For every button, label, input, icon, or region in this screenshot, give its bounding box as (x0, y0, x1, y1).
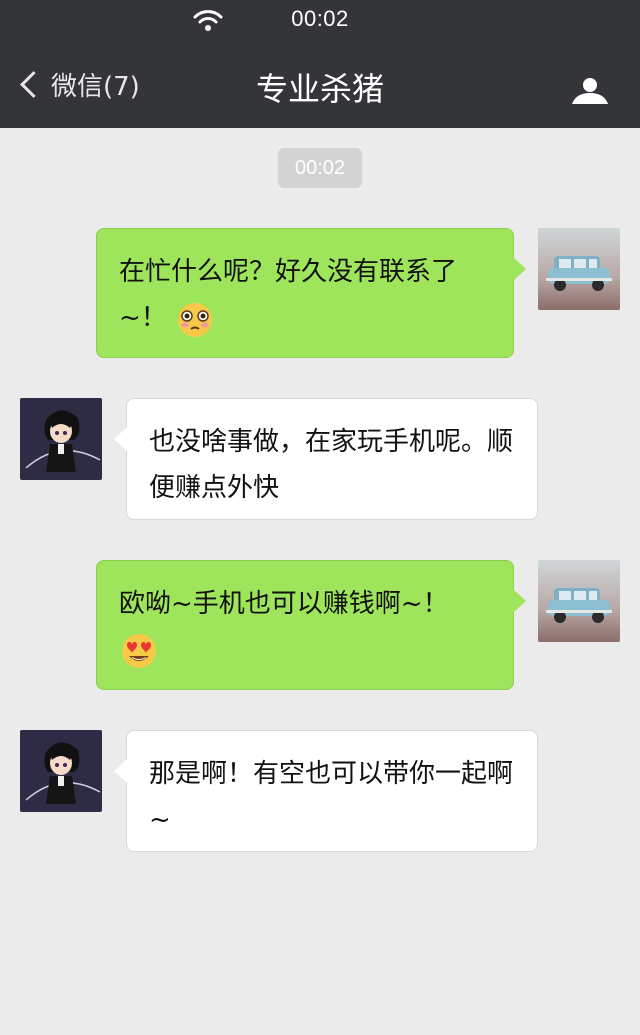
status-time: 00:02 (291, 6, 349, 31)
message-bubble-sent[interactable]: 欧呦~手机也可以赚钱啊~！ (96, 560, 526, 690)
avatar[interactable] (538, 560, 620, 642)
message-text: 也没啥事做，在家玩手机呢。顺便赚点外快 (149, 427, 514, 503)
message-text: 在忙什么呢？好久没有联系了~！ (119, 257, 458, 333)
message-bubble-received[interactable]: 也没啥事做，在家玩手机呢。顺便赚点外快 (114, 398, 538, 520)
timestamp-badge: 00:02 (278, 148, 362, 188)
avatar[interactable] (538, 228, 620, 310)
message-text: 那是啊！有空也可以带你一起啊~ (149, 759, 514, 835)
message-bubble-received[interactable]: 那是啊！有空也可以带你一起啊~ (114, 730, 538, 852)
heart-eyes-emoji (122, 633, 156, 668)
person-icon[interactable] (568, 76, 612, 106)
avatar[interactable] (20, 730, 102, 812)
avatar[interactable] (20, 398, 102, 480)
shy-blush-emoji (178, 302, 213, 337)
message-bubble-sent[interactable]: 在忙什么呢？好久没有联系了~！ (96, 228, 526, 358)
status-bar: 00:02 (0, 0, 640, 44)
chat-title: 专业杀猪 (255, 70, 384, 108)
anime-avatar-image (20, 730, 102, 812)
message-text: 欧呦~手机也可以赚钱啊~！ (119, 589, 449, 619)
car-avatar-image (538, 228, 620, 310)
top-bar: 00:02 微信(7) 专业杀猪 (0, 0, 640, 128)
anime-avatar-image (20, 398, 102, 480)
car-avatar-image (538, 560, 620, 642)
